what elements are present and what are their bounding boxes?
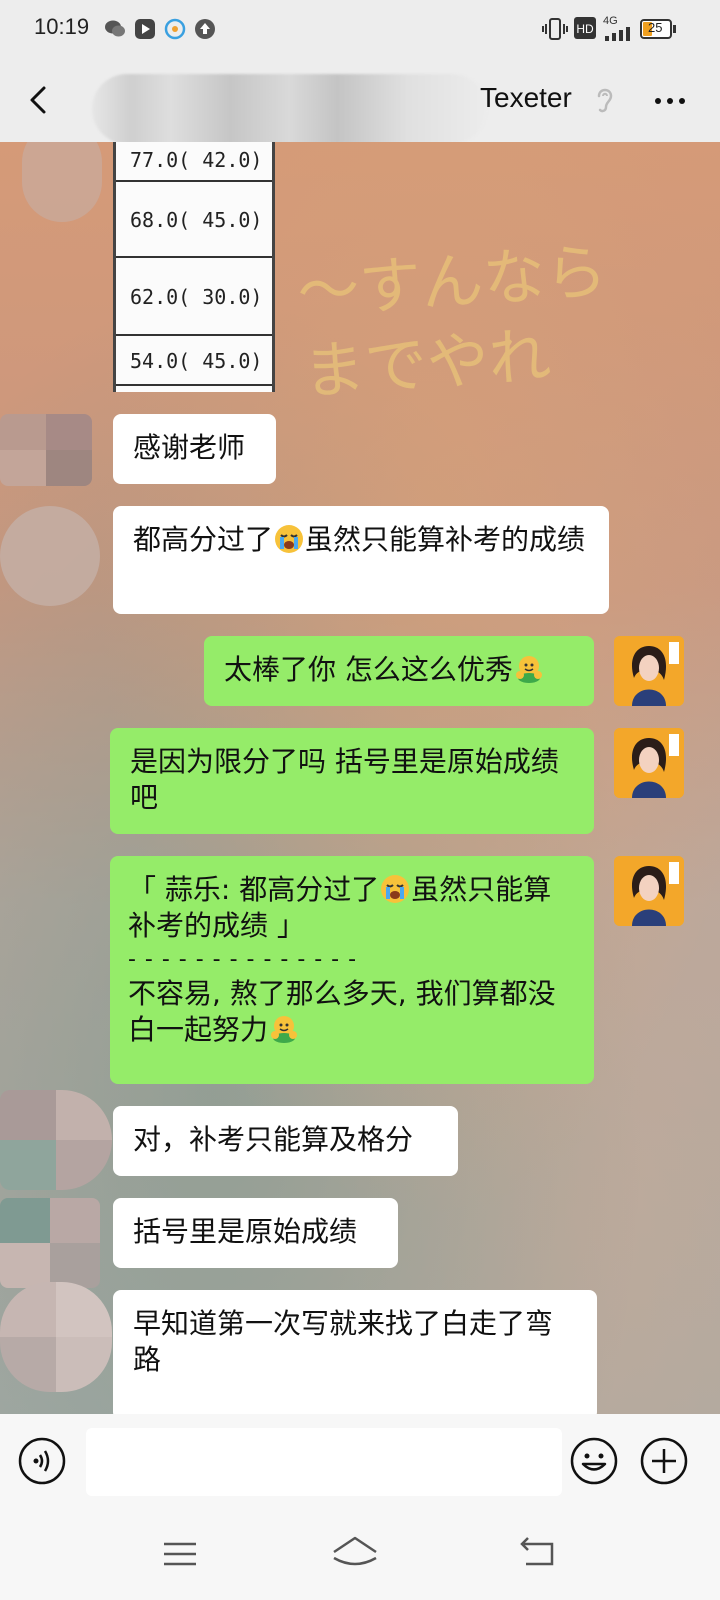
avatar[interactable] [0, 1282, 112, 1392]
blurred-contact-name [92, 74, 487, 144]
my-avatar[interactable] [614, 856, 684, 926]
chat-area[interactable]: 〜すんなら までやれ 77.0( 42.0) 68.0( 45.0) 62.0( … [0, 142, 720, 1414]
score-row: 77.0( 42.0) [116, 142, 272, 182]
message-text: 感谢老师 [133, 431, 246, 464]
avatar[interactable] [0, 1090, 112, 1190]
chat-title: Texeter [480, 82, 572, 113]
message-input[interactable] [86, 1428, 562, 1496]
message-bubble[interactable]: 都高分过了 虽然只能算补考的成绩 [113, 506, 609, 614]
message-bubble[interactable]: 感谢老师 [113, 414, 276, 484]
hd-icon: HD [574, 17, 596, 39]
message-text: 括号里是原始成绩 [133, 1215, 358, 1248]
quoted-message: 「 蒜乐: 都高分过了 虽然只能算补考的成绩 」 [128, 872, 576, 944]
quote-text: 「 蒜乐: 都高分过了 [128, 873, 380, 906]
wallpaper-decoration: 〜すんなら までやれ [295, 234, 610, 409]
video-app-icon [135, 19, 155, 39]
signal-icon: 4G [603, 15, 633, 43]
hug-emoji-icon [271, 1016, 298, 1043]
message-text: 都高分过了 [133, 523, 274, 556]
message-text: 是因为限分了吗 括号里是原始成绩吧 [130, 745, 559, 814]
avatar[interactable] [0, 414, 92, 486]
hd-label: HD [576, 22, 594, 36]
emoji-button[interactable] [570, 1437, 618, 1485]
crying-emoji-icon [275, 525, 304, 553]
message-bubble[interactable]: 括号里是原始成绩 [113, 1198, 398, 1268]
upload-icon [195, 19, 215, 39]
voice-button[interactable] [18, 1437, 66, 1485]
my-avatar[interactable] [614, 728, 684, 798]
message-bubble[interactable]: 对，补考只能算及格分 [113, 1106, 458, 1176]
plus-button[interactable] [640, 1437, 688, 1485]
message-bubble[interactable]: 太棒了你 怎么这么优秀 [204, 636, 594, 706]
message-text: 虽然只能算补考的成绩 [305, 523, 586, 556]
message-text: 早知道第一次写就来找了白走了弯路 [133, 1307, 554, 1376]
home-button[interactable] [330, 1532, 380, 1576]
message-text: 对，补考只能算及格分 [133, 1123, 414, 1156]
score-table-image[interactable]: 77.0( 42.0) 68.0( 45.0) 62.0( 30.0) 54.0… [113, 142, 275, 392]
avatar[interactable] [0, 1198, 100, 1288]
status-bar: 10:19 HD 4G 25 [0, 0, 720, 58]
my-avatar[interactable] [614, 636, 684, 706]
message-bubble[interactable]: 早知道第一次写就来找了白走了弯路 [113, 1290, 597, 1414]
back-nav-button[interactable] [516, 1532, 560, 1576]
wechat-icon [105, 20, 125, 37]
crying-emoji-icon [381, 875, 410, 903]
back-button[interactable] [20, 80, 60, 120]
score-row: 62.0( 30.0) [116, 258, 272, 336]
quote-reply-bubble[interactable]: 「 蒜乐: 都高分过了 虽然只能算补考的成绩 」 - - - - - - - -… [110, 856, 594, 1084]
message-bubble[interactable]: 是因为限分了吗 括号里是原始成绩吧 [110, 728, 594, 834]
message-text: 不容易, 熬了那么多天, 我们算都没白一起努力 [128, 977, 556, 1046]
chevron-left-icon [30, 86, 46, 114]
vibrate-icon [542, 18, 568, 40]
message-text: 太棒了你 怎么这么优秀 [224, 653, 513, 686]
menu-button[interactable] [158, 1532, 202, 1576]
battery-icon: 25 [640, 19, 676, 39]
battery-level: 25 [648, 20, 663, 35]
hug-emoji-icon [515, 656, 542, 683]
system-nav-bar [0, 1508, 720, 1600]
status-time: 10:19 [34, 14, 90, 39]
network-type: 4G [603, 15, 618, 27]
more-button[interactable] [650, 86, 690, 116]
quote-divider: - - - - - - - - - - - - - - [128, 947, 358, 972]
avatar[interactable] [22, 142, 102, 222]
score-row: 68.0( 45.0) [116, 182, 272, 258]
input-bar [0, 1414, 720, 1508]
reply-text-wrap: 不容易, 熬了那么多天, 我们算都没白一起努力 [128, 976, 576, 1048]
avatar[interactable] [0, 506, 100, 606]
cloud-icon [164, 18, 186, 40]
ear-icon [597, 88, 613, 113]
score-row: 54.0( 45.0) [116, 336, 272, 386]
chat-header: Texeter [0, 58, 720, 144]
